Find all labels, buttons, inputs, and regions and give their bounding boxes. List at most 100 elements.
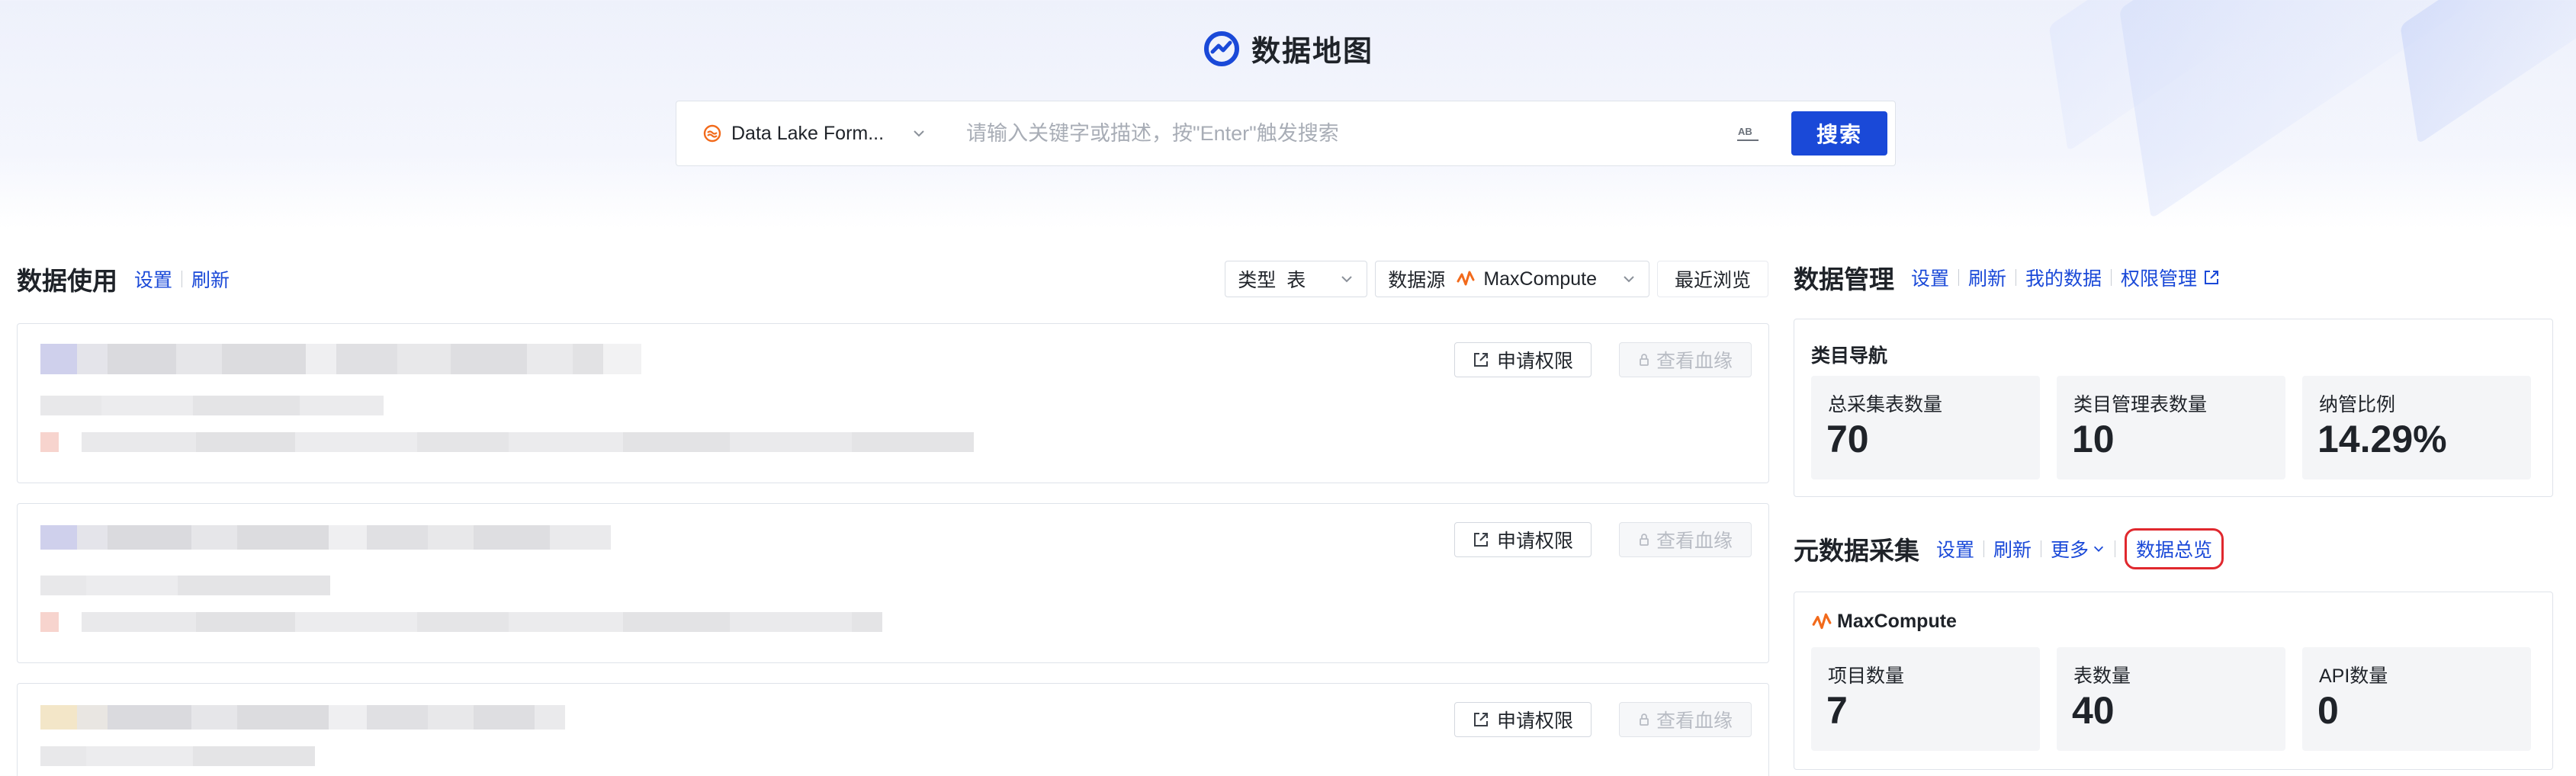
type-filter[interactable]: 类型 表	[1225, 261, 1368, 297]
stat-label: API数量	[2319, 665, 2388, 687]
stat-label: 总采集表数量	[1828, 394, 1943, 415]
apply-permission-label: 申请权限	[1496, 710, 1573, 732]
stat-label: 表数量	[2073, 665, 2131, 687]
blurred-description	[40, 746, 315, 766]
data-management-title: 数据管理	[1794, 265, 1894, 293]
datasource-label: Data Lake Form...	[731, 122, 885, 144]
maxcompute-title: MaxCompute	[1811, 611, 1957, 633]
chevron-down-icon	[914, 130, 924, 137]
data-usage-header: 数据使用 设置 刷新	[17, 261, 230, 297]
datasource-select[interactable]: Data Lake Form...	[676, 101, 942, 165]
stat-table-count[interactable]: 表数量 40	[2057, 647, 2285, 751]
blurred-title	[40, 705, 565, 730]
maxcompute-icon	[1812, 613, 1832, 629]
stat-value: 70	[1826, 418, 1869, 460]
type-filter-value: 表	[1286, 270, 1306, 291]
view-lineage-button[interactable]: 查看血缘	[1619, 702, 1752, 737]
background-decoration	[2400, 0, 2576, 145]
stat-label: 纳管比例	[2319, 394, 2396, 415]
chevron-down-icon	[2094, 546, 2104, 552]
apply-permission-label: 申请权限	[1496, 531, 1573, 552]
page-title: 数据地图	[1251, 36, 1373, 68]
data-management-header: 数据管理 设置 刷新 我的数据 权限管理	[1794, 259, 2220, 296]
stat-value: 14.29%	[2317, 418, 2447, 460]
data-overview-link[interactable]: 数据总览	[2125, 528, 2224, 569]
maxcompute-icon	[1457, 271, 1475, 286]
asset-card[interactable]: 申请权限 查看血缘	[17, 323, 1769, 483]
data-lake-icon	[703, 124, 721, 143]
category-nav-panel: 类目导航 总采集表数量 70 类目管理表数量 10 纳管比例 14.29%	[1794, 319, 2553, 497]
lock-icon	[1640, 534, 1649, 546]
apply-permission-button[interactable]: 申请权限	[1454, 342, 1592, 377]
permission-management-link[interactable]: 权限管理	[2121, 264, 2197, 291]
divider	[181, 271, 183, 287]
view-lineage-button[interactable]: 查看血缘	[1619, 522, 1752, 557]
apply-permission-button[interactable]: 申请权限	[1454, 702, 1592, 737]
lock-icon	[1640, 713, 1649, 726]
lock-icon	[1640, 354, 1649, 366]
apply-permission-button[interactable]: 申请权限	[1454, 522, 1592, 557]
data-usage-settings-link[interactable]: 设置	[134, 265, 172, 293]
blurred-meta	[40, 432, 974, 452]
stat-label: 类目管理表数量	[2073, 394, 2208, 415]
stat-managed-ratio[interactable]: 纳管比例 14.29%	[2302, 376, 2531, 479]
more-label: 更多	[2051, 540, 2089, 561]
divider	[1958, 269, 1960, 286]
data-usage-refresh-link[interactable]: 刷新	[191, 265, 230, 293]
maxcompute-label: MaxCompute	[1837, 611, 1957, 632]
asset-card[interactable]: 申请权限 查看血缘	[17, 503, 1769, 663]
stat-project-count[interactable]: 项目数量 7	[1811, 647, 2040, 751]
data-map-logo-icon	[1203, 30, 1239, 66]
chevron-down-icon	[1624, 276, 1634, 283]
blurred-meta	[40, 612, 882, 632]
view-lineage-label: 查看血缘	[1656, 710, 1733, 732]
source-filter-value: MaxCompute	[1483, 268, 1597, 290]
search-button[interactable]: 搜索	[1791, 111, 1887, 156]
metadata-collection-header: 元数据采集 设置 刷新 更多 数据总览	[1794, 527, 2224, 570]
stat-value: 10	[2072, 418, 2115, 460]
search-input[interactable]	[942, 101, 1735, 165]
data-usage-title: 数据使用	[17, 267, 117, 295]
divider	[2111, 269, 2112, 286]
recent-browse-button[interactable]: 最近浏览	[1656, 261, 1768, 297]
stat-value: 7	[1826, 689, 1848, 732]
stat-value: 0	[2317, 689, 2339, 732]
background-decoration	[2048, 0, 2265, 152]
case-toggle-icon[interactable]: AB	[1735, 122, 1761, 145]
view-lineage-label: 查看血缘	[1656, 351, 1733, 372]
stat-total-collected-tables[interactable]: 总采集表数量 70	[1811, 376, 2040, 479]
external-link-icon[interactable]	[2203, 269, 2220, 286]
category-nav-title: 类目导航	[1811, 345, 1888, 367]
my-data-link[interactable]: 我的数据	[2025, 264, 2102, 291]
source-filter[interactable]: 数据源 MaxCompute	[1375, 261, 1649, 297]
svg-text:AB: AB	[1738, 126, 1752, 137]
divider	[1983, 540, 1985, 557]
external-link-icon	[1473, 353, 1488, 367]
view-lineage-button[interactable]: 查看血缘	[1619, 342, 1752, 377]
data-usage-filters: 类型 表 数据源 MaxCompute 最近浏览	[1225, 261, 1768, 297]
chevron-down-icon	[1341, 276, 1353, 283]
blurred-title	[40, 525, 611, 550]
metadata-collection-title: 元数据采集	[1794, 537, 1919, 565]
metadata-refresh-link[interactable]: 刷新	[1993, 535, 2032, 563]
external-link-icon	[1473, 533, 1488, 547]
source-filter-label: 数据源	[1388, 270, 1446, 291]
type-filter-label: 类型	[1238, 270, 1277, 291]
external-link-icon	[1473, 713, 1488, 726]
stat-value: 40	[2072, 689, 2115, 732]
stat-label: 项目数量	[1828, 665, 1905, 687]
stat-api-count[interactable]: API数量 0	[2302, 647, 2531, 751]
more-dropdown[interactable]: 更多	[2051, 535, 2105, 563]
blurred-description	[40, 396, 384, 415]
data-management-settings-link[interactable]: 设置	[1911, 264, 1949, 291]
blurred-description	[40, 576, 330, 595]
metadata-settings-link[interactable]: 设置	[1936, 535, 1974, 563]
asset-card[interactable]: 申请权限 查看血缘	[17, 683, 1769, 776]
view-lineage-label: 查看血缘	[1656, 531, 1733, 552]
blurred-title	[40, 344, 641, 374]
stat-category-managed-tables[interactable]: 类目管理表数量 10	[2057, 376, 2285, 479]
apply-permission-label: 申请权限	[1496, 351, 1573, 372]
maxcompute-panel: MaxCompute 项目数量 7 表数量 40 API数量 0	[1794, 592, 2553, 770]
data-management-refresh-link[interactable]: 刷新	[1968, 264, 2006, 291]
search-bar: Data Lake Form... AB 搜索	[676, 101, 1896, 166]
